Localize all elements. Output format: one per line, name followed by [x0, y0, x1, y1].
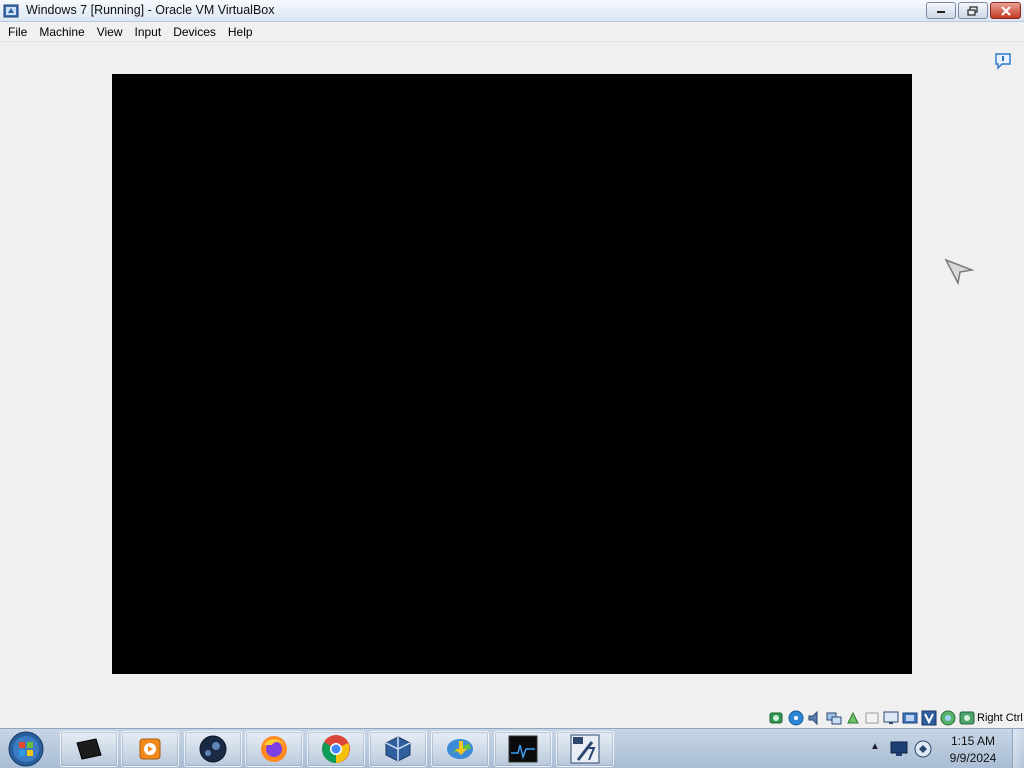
- restore-button[interactable]: [958, 2, 988, 19]
- message-notification-icon[interactable]: [994, 52, 1012, 70]
- terminal-icon: [76, 738, 102, 760]
- window-title: Windows 7 [Running] - Oracle VM VirtualB…: [26, 3, 275, 17]
- taskbar-virtualbox[interactable]: [369, 731, 427, 767]
- taskbar-windows7-64[interactable]: [556, 731, 614, 767]
- menu-file[interactable]: File: [2, 22, 33, 42]
- vm-display[interactable]: [112, 74, 912, 674]
- start-button[interactable]: [6, 730, 46, 768]
- shared-folders-icon[interactable]: [863, 710, 881, 726]
- status-bar: Right Ctrl: [0, 708, 1024, 728]
- virtualbox-icon: [385, 736, 411, 762]
- mouse-integration-icon[interactable]: [939, 710, 957, 726]
- keyboard-icon[interactable]: [958, 710, 976, 726]
- steam-icon: [199, 735, 227, 763]
- taskbar-chrome[interactable]: [307, 731, 365, 767]
- network-icon[interactable]: [825, 710, 843, 726]
- system-tray: ▲ 1:15 AM 9/9/2024: [860, 729, 1024, 768]
- window-titlebar[interactable]: Windows 7 [Running] - Oracle VM VirtualB…: [0, 0, 1024, 22]
- video-capture-icon[interactable]: [901, 710, 919, 726]
- monitor-icon[interactable]: [890, 741, 908, 757]
- virtualbox-app-icon[interactable]: [3, 3, 19, 19]
- taskbar-activity-monitor[interactable]: [494, 731, 552, 767]
- clock-time[interactable]: 1:15 AM: [940, 734, 1006, 748]
- chrome-icon: [322, 735, 350, 763]
- taskbar-media-player[interactable]: [121, 731, 179, 767]
- optical-drive-icon[interactable]: [787, 710, 805, 726]
- display-icon[interactable]: [882, 710, 900, 726]
- mouse-pointer-icon: [944, 258, 974, 286]
- taskbar-firefox[interactable]: [245, 731, 303, 767]
- activity-monitor-icon: [508, 735, 538, 763]
- menu-devices[interactable]: Devices: [167, 22, 222, 42]
- host-key-label: Right Ctrl: [977, 712, 1023, 724]
- taskbar-terminal[interactable]: [60, 731, 118, 767]
- firefox-icon: [261, 736, 287, 762]
- internet-download-manager-icon: [447, 739, 473, 759]
- menu-input[interactable]: Input: [129, 22, 168, 42]
- show-desktop-button[interactable]: [1012, 729, 1024, 768]
- media-player-icon: [139, 738, 161, 760]
- taskbar-internet-download-manager[interactable]: [431, 731, 489, 767]
- hard-disk-icon[interactable]: [768, 710, 786, 726]
- network-status-icon[interactable]: [914, 739, 932, 759]
- close-button[interactable]: [990, 2, 1021, 19]
- windows7-64-icon: [570, 734, 600, 764]
- restore-icon: [967, 5, 978, 16]
- usb-icon[interactable]: [844, 710, 862, 726]
- close-icon: [1000, 5, 1011, 16]
- audio-icon[interactable]: [806, 710, 824, 726]
- menu-view[interactable]: View: [91, 22, 129, 42]
- show-hidden-icons-button[interactable]: ▲: [870, 741, 880, 752]
- menu-bar: File Machine View Input Devices Help: [0, 22, 1024, 42]
- vt-x-icon[interactable]: [920, 710, 938, 726]
- menu-machine[interactable]: Machine: [33, 22, 90, 42]
- menu-help[interactable]: Help: [222, 22, 259, 42]
- taskbar: ▲ 1:15 AM 9/9/2024: [0, 728, 1024, 768]
- minimize-icon: [937, 10, 945, 13]
- clock-date[interactable]: 9/9/2024: [940, 751, 1006, 765]
- minimize-button[interactable]: [926, 2, 956, 19]
- taskbar-steam[interactable]: [184, 731, 242, 767]
- windows-start-orb-icon: [8, 731, 44, 767]
